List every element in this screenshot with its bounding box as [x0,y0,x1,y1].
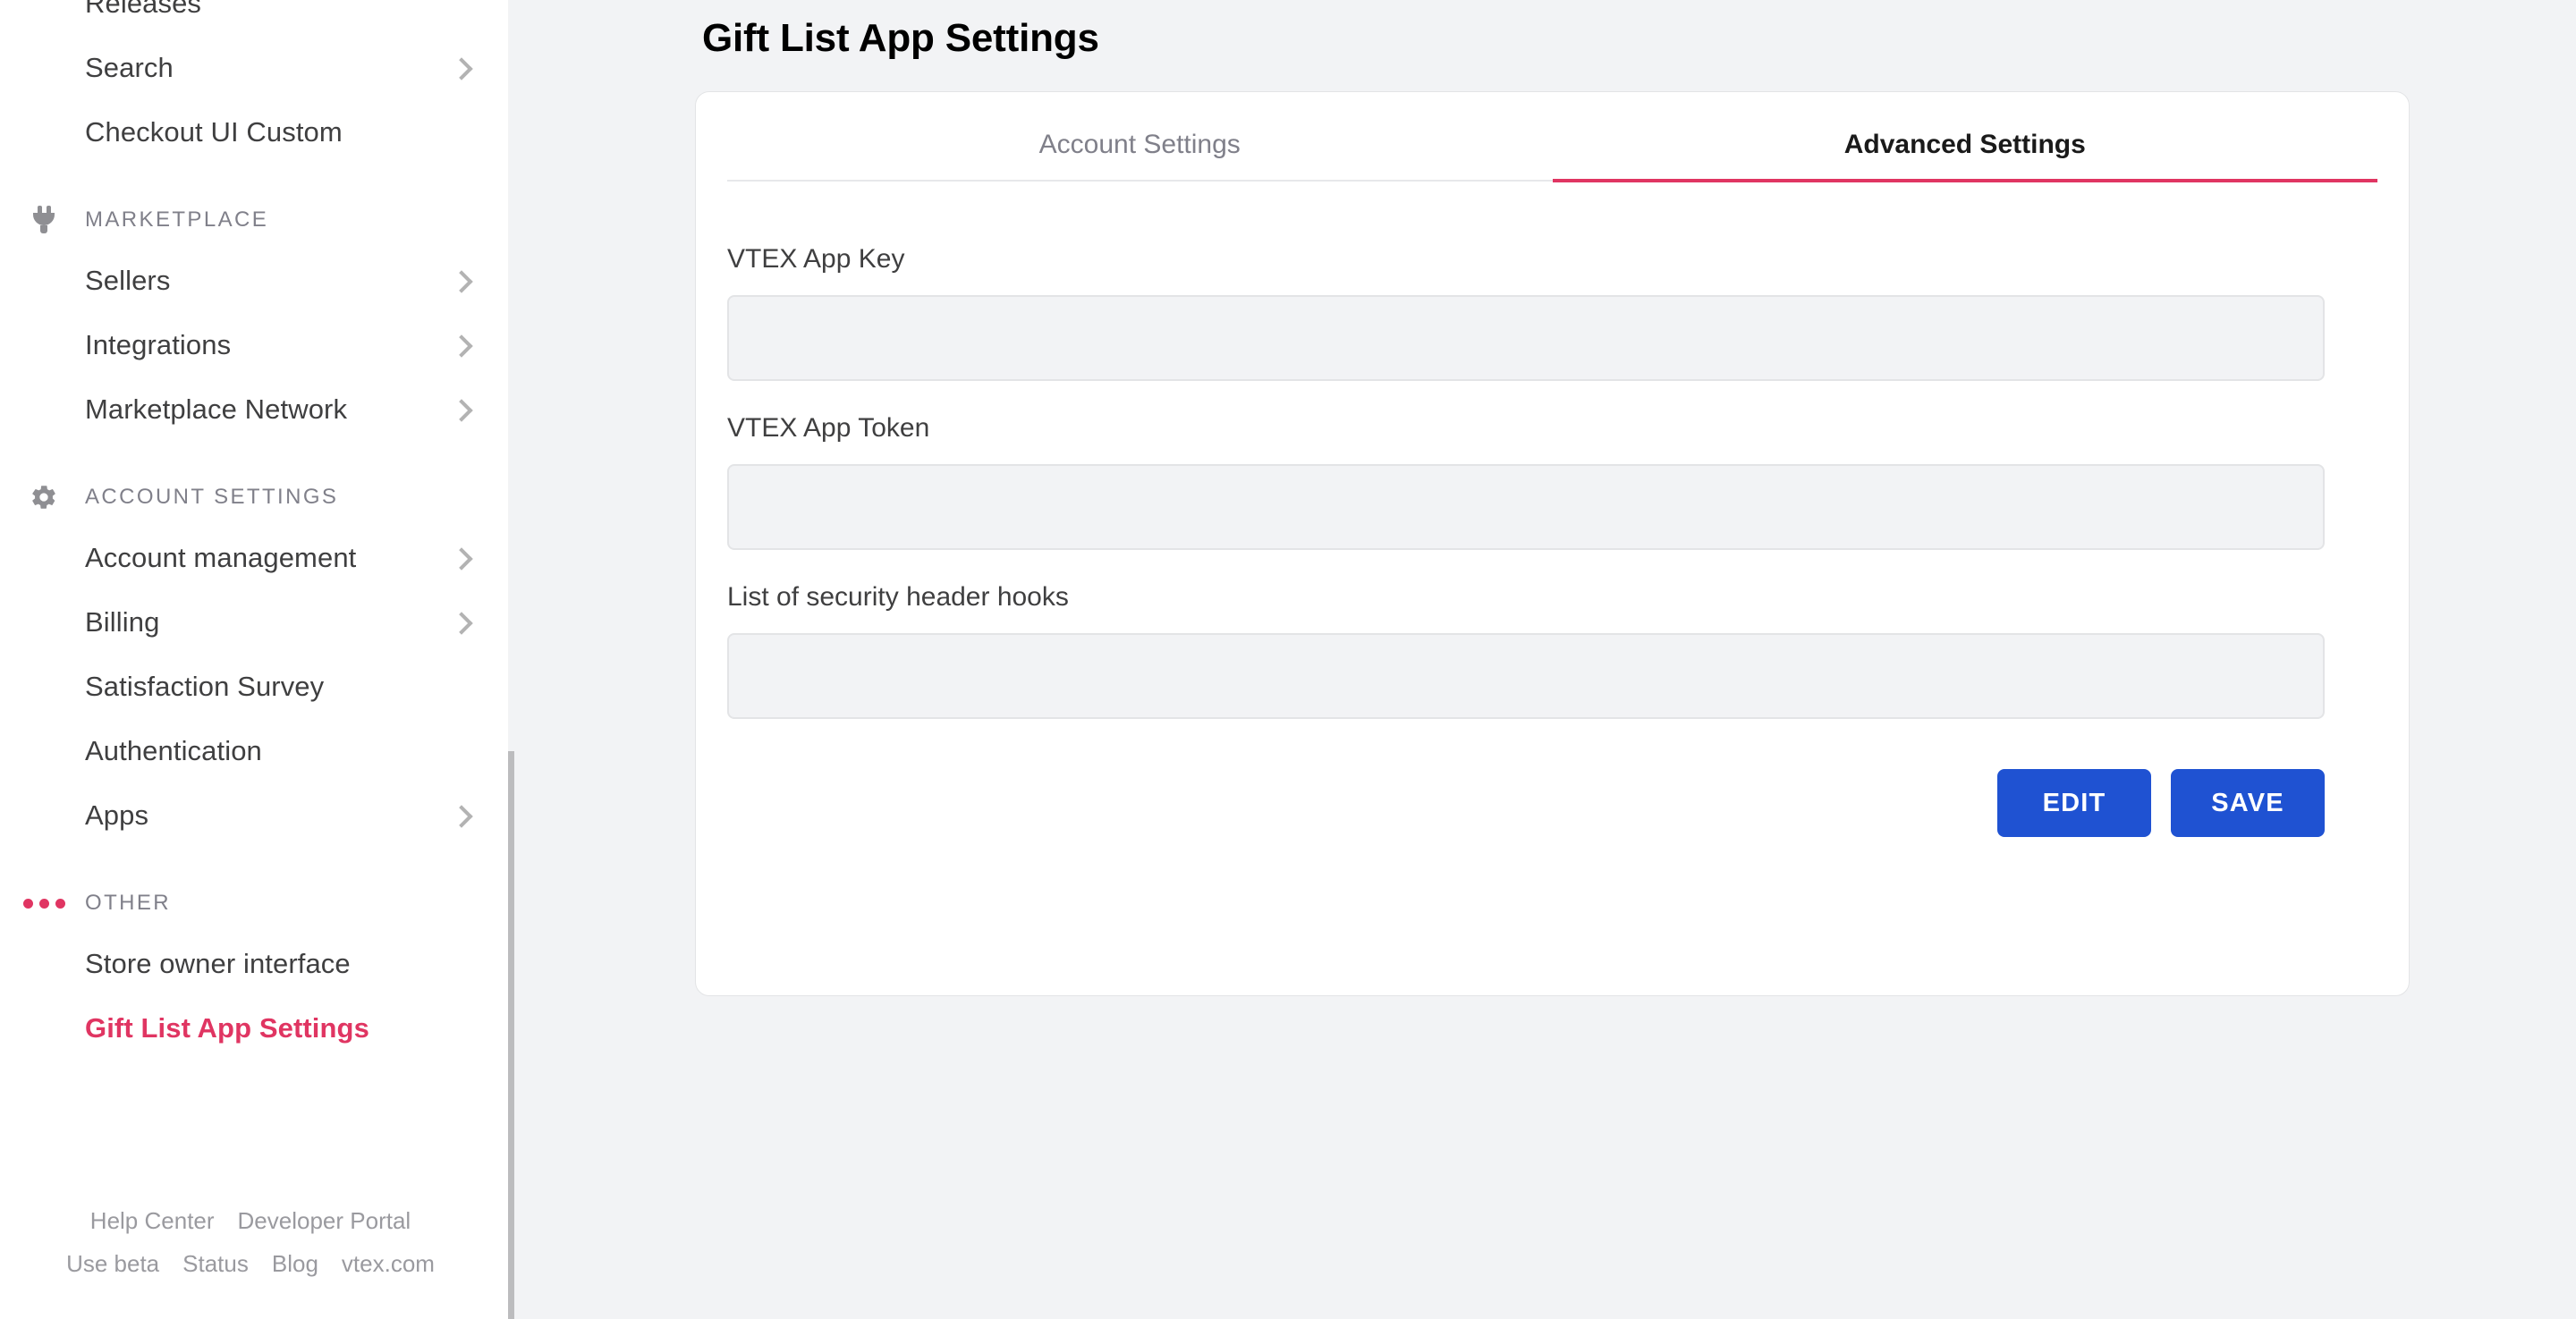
footer-link-vtex-com[interactable]: vtex.com [342,1242,435,1285]
field-label: VTEX App Key [727,244,905,274]
footer-link-blog[interactable]: Blog [272,1242,318,1285]
edit-button[interactable]: EDIT [1997,769,2151,837]
advanced-settings-form: VTEX App Key VTEX App Token List of secu… [727,244,2377,837]
chevron-right-icon[interactable] [452,806,471,825]
sidebar-item-sellers[interactable]: Sellers [0,249,514,313]
field-vtex-app-key: VTEX App Key [727,244,2377,381]
footer-link-developer-portal[interactable]: Developer Portal [238,1199,411,1242]
tab-advanced-settings[interactable]: Advanced Settings [1552,130,2378,182]
sidebar-item-label: Checkout UI Custom [85,116,343,148]
form-actions: EDIT SAVE [727,769,2325,837]
settings-tabs: Account Settings Advanced Settings [727,130,2377,182]
sidebar-item-label: Integrations [85,329,232,360]
footer-link-help-center[interactable]: Help Center [90,1199,215,1242]
sidebar: Releases Search Checkout UI Custom MARKE… [0,0,514,1319]
sidebar-item-label: Account management [85,542,357,573]
sidebar-item-label: Search [85,52,174,83]
sidebar-section-label: OTHER [85,891,171,915]
sidebar-item-releases[interactable]: Releases [0,0,514,36]
tab-account-settings[interactable]: Account Settings [727,130,1553,180]
sidebar-item-gift-list-app-settings[interactable]: Gift List App Settings [0,996,514,1061]
sidebar-scrollbar-thumb[interactable] [508,751,514,1319]
field-security-header-hooks: List of security header hooks [727,582,2377,719]
app-root: Releases Search Checkout UI Custom MARKE… [0,0,2576,1319]
vtex-app-token-input[interactable] [727,464,2325,550]
sidebar-item-satisfaction-survey[interactable]: Satisfaction Survey [0,655,514,719]
chevron-right-icon[interactable] [452,58,471,78]
chevron-right-icon[interactable] [452,271,471,291]
field-label: List of security header hooks [727,582,1069,612]
tab-label: Account Settings [1038,130,1241,159]
sidebar-item-billing[interactable]: Billing [0,590,514,655]
footer-link-status[interactable]: Status [182,1242,249,1285]
chevron-right-icon[interactable] [452,400,471,419]
sidebar-footer: Help Center Developer Portal Use beta St… [0,1199,501,1319]
security-header-hooks-input[interactable] [727,633,2325,719]
sidebar-section-marketplace: MARKETPLACE [0,191,514,249]
sidebar-item-integrations[interactable]: Integrations [0,313,514,377]
sidebar-section-label: ACCOUNT SETTINGS [85,485,339,509]
sidebar-item-label: Gift List App Settings [85,1012,369,1044]
chevron-right-icon[interactable] [452,613,471,632]
sidebar-item-authentication[interactable]: Authentication [0,719,514,783]
sidebar-item-label: Billing [85,606,160,638]
tab-label: Advanced Settings [1843,130,2086,159]
sidebar-footer-row-2: Use beta Status Blog vtex.com [0,1242,501,1285]
sidebar-item-marketplace-network[interactable]: Marketplace Network [0,377,514,442]
sidebar-item-label: Releases [85,0,202,19]
plug-icon [24,206,64,234]
sidebar-item-account-management[interactable]: Account management [0,526,514,590]
sidebar-section-account-settings: ACCOUNT SETTINGS [0,469,514,526]
vtex-app-key-input[interactable] [727,295,2325,381]
save-button[interactable]: SAVE [2171,769,2325,837]
sidebar-item-checkout-ui-custom[interactable]: Checkout UI Custom [0,100,514,165]
sidebar-item-label: Apps [85,799,149,831]
footer-link-use-beta[interactable]: Use beta [66,1242,159,1285]
field-vtex-app-token: VTEX App Token [727,413,2377,550]
sidebar-item-store-owner-interface[interactable]: Store owner interface [0,932,514,996]
chevron-right-icon[interactable] [452,548,471,568]
field-label: VTEX App Token [727,413,930,443]
sidebar-item-label: Authentication [85,735,262,766]
sidebar-scroll-content: Releases Search Checkout UI Custom MARKE… [0,0,514,1078]
sidebar-item-label: Marketplace Network [85,393,348,425]
three-dots-icon [22,898,65,909]
sidebar-item-label: Sellers [85,265,171,296]
sidebar-section-label: MARKETPLACE [85,207,269,232]
main-content: Gift List App Settings Account Settings … [514,0,2576,1319]
sidebar-item-apps[interactable]: Apps [0,783,514,848]
chevron-right-icon[interactable] [452,335,471,355]
page-title: Gift List App Settings [702,16,1099,60]
sidebar-item-label: Satisfaction Survey [85,671,325,702]
sidebar-section-other: OTHER [0,875,514,932]
sidebar-item-search[interactable]: Search [0,36,514,100]
gear-icon [24,483,64,512]
sidebar-item-label: Store owner interface [85,948,351,979]
settings-card: Account Settings Advanced Settings VTEX … [695,91,2410,996]
sidebar-footer-row-1: Help Center Developer Portal [0,1199,501,1242]
